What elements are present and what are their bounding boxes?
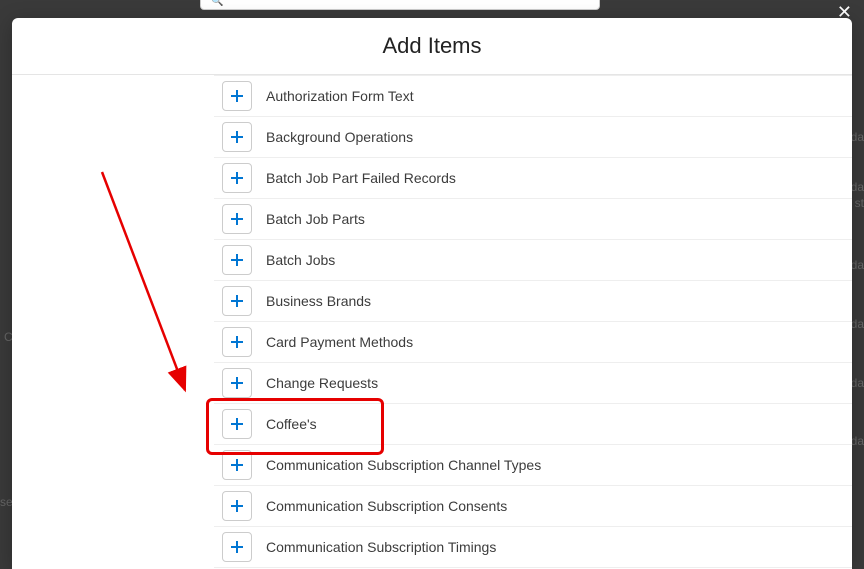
item-label: Card Payment Methods (266, 334, 413, 350)
list-item[interactable]: Batch Job Part Failed Records (214, 158, 852, 199)
plus-icon[interactable] (222, 532, 252, 562)
list-item[interactable]: Coffee's (214, 404, 852, 445)
plus-icon[interactable] (222, 327, 252, 357)
list-item[interactable]: Change Requests (214, 363, 852, 404)
bg-text-fragment: da (851, 180, 864, 194)
item-label: Business Brands (266, 293, 371, 309)
add-items-modal: Add Items Authorization Form Text Backgro… (12, 18, 852, 569)
list-item[interactable]: Batch Job Parts (214, 199, 852, 240)
plus-icon[interactable] (222, 245, 252, 275)
plus-icon[interactable] (222, 368, 252, 398)
modal-body[interactable]: Authorization Form Text Background Operat… (12, 75, 852, 569)
bg-text-fragment: da (851, 317, 864, 331)
item-label: Background Operations (266, 129, 413, 145)
list-item[interactable]: Card Payment Methods (214, 322, 852, 363)
list-item[interactable]: Communication Subscription Consents (214, 486, 852, 527)
list-item[interactable]: Batch Jobs (214, 240, 852, 281)
bg-text-fragment: st (855, 196, 864, 210)
items-list: Authorization Form Text Background Operat… (214, 75, 852, 568)
plus-icon[interactable] (222, 286, 252, 316)
item-label: Communication Subscription Timings (266, 539, 496, 555)
item-label: Batch Jobs (266, 252, 335, 268)
plus-icon[interactable] (222, 122, 252, 152)
bg-text-fragment: da (851, 434, 864, 448)
plus-icon[interactable] (222, 204, 252, 234)
list-item[interactable]: Background Operations (214, 117, 852, 158)
item-label: Authorization Form Text (266, 88, 414, 104)
item-label: Batch Job Parts (266, 211, 365, 227)
bg-text-fragment: da (851, 258, 864, 272)
bg-text-fragment: g C (0, 330, 13, 344)
modal-title: Add Items (382, 33, 481, 59)
plus-icon[interactable] (222, 450, 252, 480)
search-icon: 🔍 (211, 0, 223, 7)
plus-icon[interactable] (222, 81, 252, 111)
item-label: Coffee's (266, 416, 317, 432)
bg-text-fragment: da (851, 130, 864, 144)
plus-icon[interactable] (222, 163, 252, 193)
item-label: Change Requests (266, 375, 378, 391)
item-label: Communication Subscription Consents (266, 498, 507, 514)
plus-icon[interactable] (222, 409, 252, 439)
item-label: Communication Subscription Channel Types (266, 457, 541, 473)
bg-search-remnant: 🔍 (200, 0, 600, 10)
item-label: Batch Job Part Failed Records (266, 170, 456, 186)
list-item[interactable]: Authorization Form Text (214, 76, 852, 117)
plus-icon[interactable] (222, 491, 252, 521)
bg-text-fragment: da (851, 376, 864, 390)
bg-text-fragment: se (0, 495, 13, 509)
list-item[interactable]: Business Brands (214, 281, 852, 322)
list-item[interactable]: Communication Subscription Channel Types (214, 445, 852, 486)
list-item[interactable]: Communication Subscription Timings (214, 527, 852, 568)
modal-header: Add Items (12, 18, 852, 75)
